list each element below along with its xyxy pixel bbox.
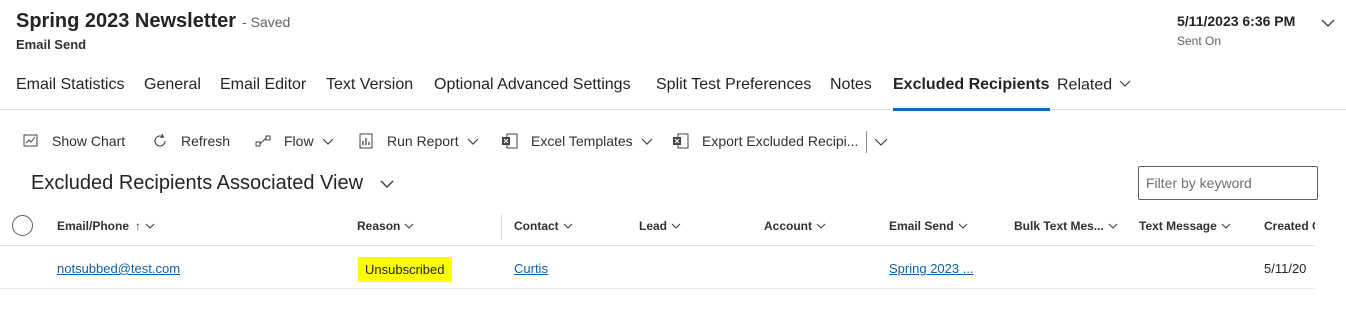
chevron-down-icon xyxy=(641,135,653,147)
chevron-down-icon xyxy=(404,221,414,231)
chevron-down-icon xyxy=(322,135,334,147)
flow-button[interactable]: Flow xyxy=(254,132,334,150)
chevron-down-icon xyxy=(671,221,681,231)
refresh-button[interactable]: Refresh xyxy=(151,132,230,150)
column-header-created-on[interactable]: Created C xyxy=(1264,219,1315,233)
export-excluded-recipients-button[interactable]: Export Excluded Recipi... xyxy=(672,132,858,150)
column-header-reason[interactable]: Reason xyxy=(357,219,414,233)
tab-text-version[interactable]: Text Version xyxy=(326,76,413,110)
created-on-cell: 5/11/20 xyxy=(1264,261,1307,276)
view-title: Excluded Recipients Associated View xyxy=(31,172,364,194)
column-label: Lead xyxy=(639,219,668,233)
column-label: Contact xyxy=(514,219,559,233)
chevron-down-icon xyxy=(816,221,826,231)
flow-icon xyxy=(254,132,272,150)
excel-templates-label: Excel Templates xyxy=(531,133,633,149)
tab-general[interactable]: General xyxy=(144,76,201,110)
show-chart-label: Show Chart xyxy=(52,133,126,149)
report-icon xyxy=(357,132,375,150)
view-selector[interactable]: Excluded Recipients Associated View xyxy=(31,172,395,195)
column-label: Created C xyxy=(1264,219,1315,233)
tab-email-statistics[interactable]: Email Statistics xyxy=(16,76,124,110)
column-label: Text Message xyxy=(1139,219,1217,233)
save-status: - Saved xyxy=(242,14,291,30)
record-title: Spring 2023 Newsletter xyxy=(16,10,237,32)
flow-label: Flow xyxy=(284,133,314,149)
table-row[interactable]: notsubbed@test.com Curtis Spring 2023 ..… xyxy=(0,247,1315,289)
command-bar: Show Chart Refresh Flow Run Report Excel… xyxy=(0,122,1346,162)
export-excel-icon xyxy=(672,132,690,150)
sent-on-label: Sent On xyxy=(1177,34,1222,48)
chevron-down-icon xyxy=(958,221,968,231)
grid-header: Email/Phone ↑ Reason Contact Lead Accoun… xyxy=(0,208,1315,246)
chevron-down-icon xyxy=(1108,221,1118,231)
tab-split-test-preferences[interactable]: Split Test Preferences xyxy=(656,76,811,110)
tab-excluded-recipients[interactable]: Excluded Recipients xyxy=(893,76,1050,111)
column-header-contact[interactable]: Contact xyxy=(514,219,573,233)
more-commands-chevron-icon[interactable] xyxy=(874,135,888,149)
tab-related[interactable]: Related xyxy=(1057,76,1132,110)
column-header-text-message[interactable]: Text Message xyxy=(1139,219,1231,233)
form-tabs: Email Statistics General Email Editor Te… xyxy=(0,64,1346,111)
email-send-link[interactable]: Spring 2023 ... xyxy=(889,261,974,276)
header-expand-chevron-icon[interactable] xyxy=(1319,14,1337,32)
contact-link[interactable]: Curtis xyxy=(514,261,548,276)
filter-by-keyword-input[interactable] xyxy=(1138,166,1318,200)
entity-name: Email Send xyxy=(16,37,87,52)
tab-email-editor[interactable]: Email Editor xyxy=(220,76,306,110)
column-header-account[interactable]: Account xyxy=(764,219,826,233)
column-label: Email/Phone xyxy=(57,219,130,233)
excel-templates-button[interactable]: Excel Templates xyxy=(501,132,653,150)
record-title-wrap: Spring 2023 Newsletter - Saved xyxy=(16,10,290,33)
sent-on-field: 5/11/2023 6:36 PM Sent On xyxy=(1177,13,1295,48)
tab-related-label: Related xyxy=(1057,76,1113,94)
column-separator xyxy=(501,214,502,240)
column-label: Bulk Text Mes... xyxy=(1014,219,1104,233)
export-label: Export Excluded Recipi... xyxy=(702,133,859,149)
sort-ascending-icon: ↑ xyxy=(135,219,142,233)
column-header-email-phone[interactable]: Email/Phone ↑ xyxy=(57,219,155,233)
excel-icon xyxy=(501,132,519,150)
refresh-icon xyxy=(151,132,169,150)
column-header-lead[interactable]: Lead xyxy=(639,219,681,233)
chevron-down-icon xyxy=(1118,76,1132,95)
chevron-down-icon xyxy=(1221,221,1231,231)
refresh-label: Refresh xyxy=(181,133,231,149)
chevron-down-icon xyxy=(145,221,155,231)
column-label: Account xyxy=(764,219,812,233)
column-header-bulk-text-message[interactable]: Bulk Text Mes... xyxy=(1014,219,1118,233)
form-header: Spring 2023 Newsletter - Saved Email Sen… xyxy=(0,0,1346,64)
show-chart-button[interactable]: Show Chart xyxy=(22,132,125,150)
email-phone-link[interactable]: notsubbed@test.com xyxy=(57,261,180,276)
column-label: Reason xyxy=(357,219,401,233)
chart-icon xyxy=(22,132,40,150)
tab-notes[interactable]: Notes xyxy=(830,76,872,110)
column-header-email-send[interactable]: Email Send xyxy=(889,219,968,233)
column-label: Email Send xyxy=(889,219,954,233)
select-all-checkbox[interactable] xyxy=(12,215,33,236)
run-report-button[interactable]: Run Report xyxy=(357,132,479,150)
chevron-down-icon xyxy=(467,135,479,147)
chevron-down-icon xyxy=(379,176,395,192)
run-report-label: Run Report xyxy=(387,133,459,149)
chevron-down-icon xyxy=(563,221,573,231)
sent-on-value: 5/11/2023 6:36 PM xyxy=(1177,13,1296,29)
command-divider xyxy=(866,131,867,153)
tab-optional-advanced-settings[interactable]: Optional Advanced Settings xyxy=(434,76,631,110)
reason-badge: Unsubscribed xyxy=(358,257,452,282)
